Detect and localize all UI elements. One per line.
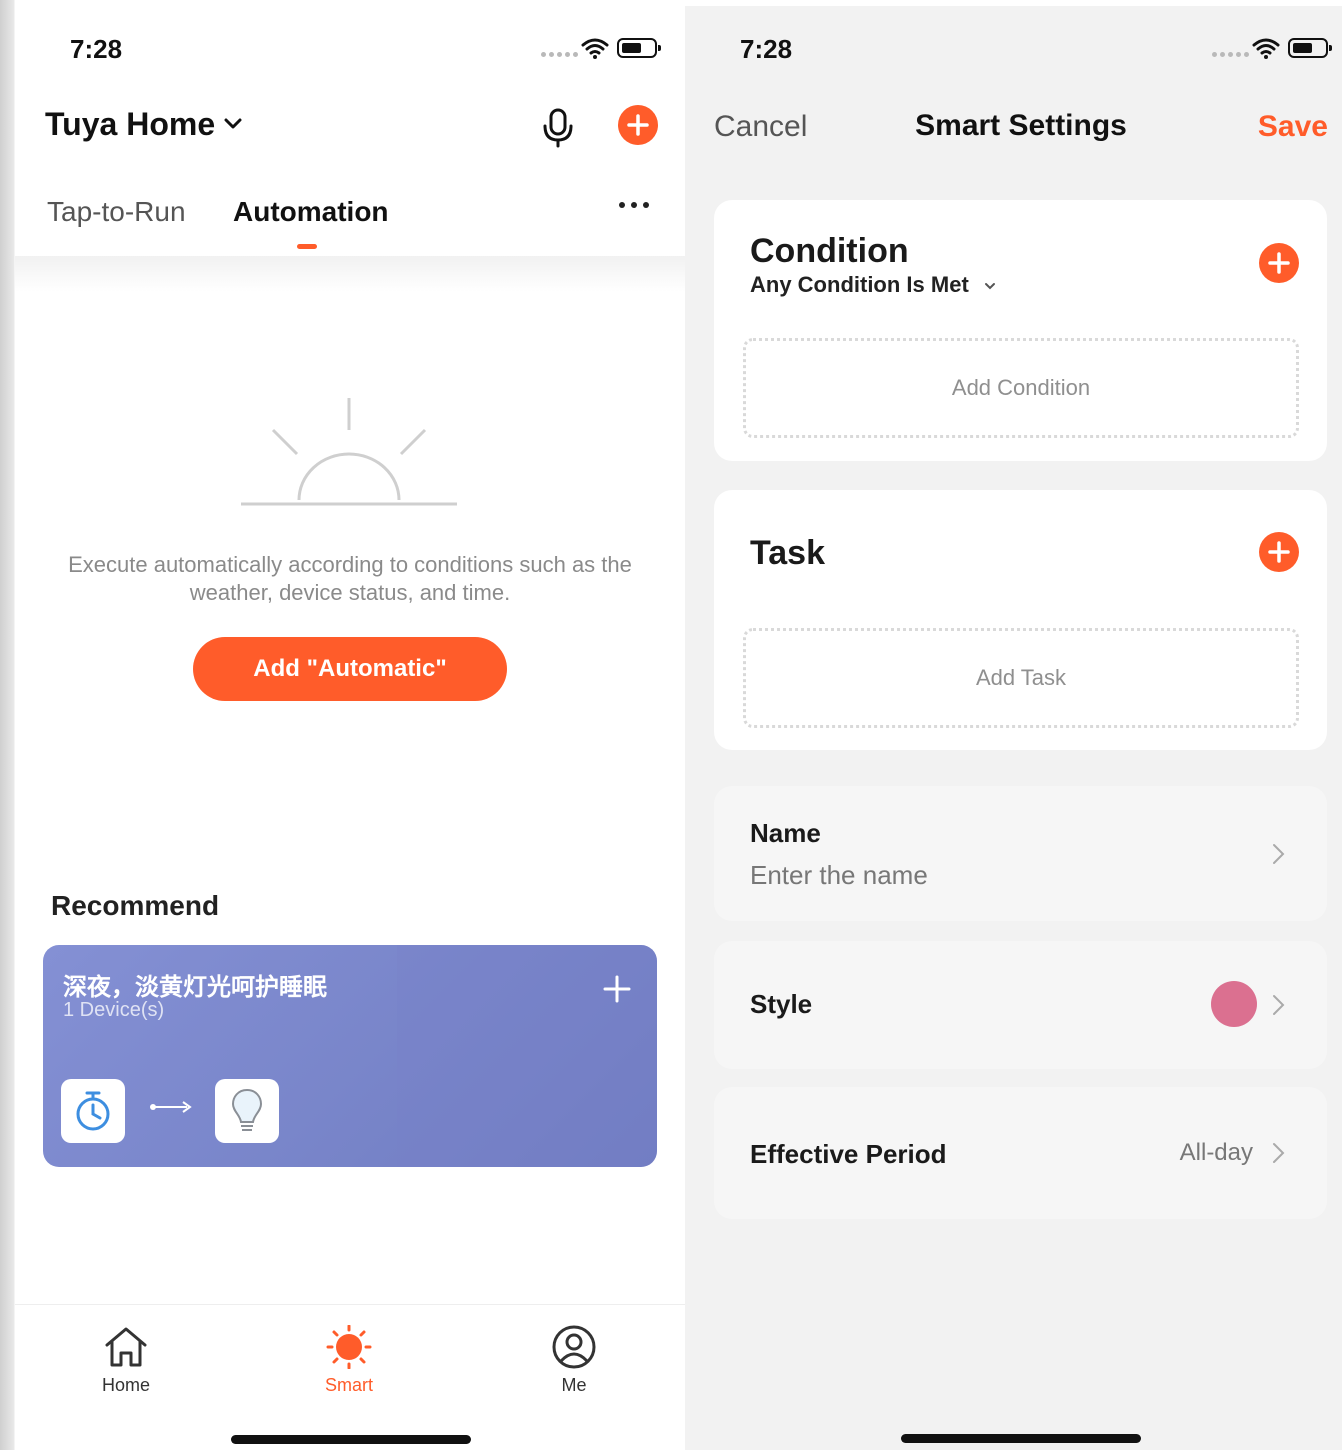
tabbar-label-home: Home — [101, 1375, 150, 1395]
recommend-card[interactable]: 深夜，淡黄灯光呵护睡眠 1 Device(s) — [43, 945, 657, 1167]
home-indicator — [231, 1435, 471, 1444]
task-tile — [215, 1079, 279, 1143]
chevron-down-icon — [984, 283, 995, 290]
add-task-plus-button[interactable] — [1259, 532, 1299, 572]
task-heading: Task — [750, 534, 825, 572]
page-title: Smart Settings — [915, 109, 1127, 142]
cellular-signal-icon — [1212, 52, 1249, 57]
add-task-button[interactable]: Add Task — [743, 628, 1299, 728]
active-tab-indicator — [297, 244, 317, 249]
status-time: 7:28 — [70, 34, 123, 64]
effective-period-label: Effective Period — [750, 1139, 947, 1169]
tabbar-item-smart[interactable]: Smart — [289, 1325, 409, 1396]
condition-tile — [61, 1079, 125, 1143]
save-button[interactable]: Save — [1258, 110, 1328, 144]
condition-panel: Condition Any Condition Is Met Add Condi… — [714, 200, 1327, 461]
chevron-right-icon — [1273, 844, 1285, 864]
add-condition-plus-button[interactable] — [1259, 243, 1299, 283]
smart-screen: 7:28 Tuya Home Tap-to-Run Automation Exe… — [15, 6, 685, 1450]
empty-state-description: Execute automatically according to condi… — [68, 552, 632, 605]
timer-icon — [76, 1091, 110, 1131]
more-options-button[interactable] — [619, 202, 649, 208]
recommend-heading: Recommend — [51, 890, 220, 921]
tabbar-label-smart: Smart — [324, 1375, 373, 1395]
header-divider — [15, 256, 685, 292]
smart-settings-screen: 7:28 Cancel Smart Settings Save Conditio… — [685, 6, 1342, 1450]
style-label: Style — [750, 989, 813, 1019]
tab-automation[interactable]: Automation — [233, 196, 389, 228]
add-scene-button[interactable] — [618, 105, 658, 145]
chevron-right-icon — [1273, 1143, 1285, 1163]
tab-tap-to-run[interactable]: Tap-to-Run — [47, 196, 186, 228]
tabbar-item-home[interactable]: Home — [66, 1325, 186, 1396]
condition-mode-label: Any Condition Is Met — [750, 272, 969, 297]
style-color-swatch[interactable] — [1211, 981, 1257, 1027]
condition-heading: Condition — [750, 232, 909, 270]
user-icon — [552, 1325, 596, 1369]
bottom-tab-bar: Home Smart Me — [15, 1304, 685, 1450]
condition-mode-selector[interactable]: Any Condition Is Met — [750, 272, 997, 298]
card-subtitle: 1 Device(s) — [63, 999, 165, 1021]
sun-icon — [326, 1325, 372, 1369]
wifi-icon — [1252, 38, 1280, 59]
cellular-signal-icon — [541, 52, 578, 57]
name-label: Name — [750, 818, 821, 848]
status-time: 7:28 — [740, 34, 793, 64]
plus-icon — [627, 114, 649, 136]
battery-icon — [1288, 38, 1332, 58]
effective-period-row[interactable]: Effective Period All-day — [714, 1087, 1327, 1219]
add-automatic-button[interactable]: Add "Automatic" — [193, 637, 507, 701]
plus-icon — [1268, 252, 1290, 274]
sunrise-illustration-icon — [241, 398, 457, 506]
task-panel: Task Add Task — [714, 490, 1327, 750]
style-row[interactable]: Style — [714, 941, 1327, 1069]
name-row[interactable]: Name Enter the name — [714, 786, 1327, 921]
bulb-icon — [231, 1088, 263, 1131]
microphone-icon[interactable] — [539, 106, 579, 150]
tabbar-label-me: Me — [561, 1375, 587, 1395]
battery-icon — [617, 38, 661, 58]
home-icon — [105, 1327, 147, 1367]
arrow-right-icon — [150, 1101, 192, 1113]
home-selector-label[interactable]: Tuya Home — [45, 106, 215, 143]
home-indicator — [901, 1434, 1141, 1443]
effective-period-value: All-day — [1179, 1139, 1253, 1166]
add-recommendation-icon[interactable] — [603, 975, 631, 1003]
add-condition-button[interactable]: Add Condition — [743, 338, 1299, 438]
chevron-down-icon[interactable] — [223, 114, 243, 134]
card-title: 深夜，淡黄灯光呵护睡眠 — [63, 974, 327, 1001]
name-input[interactable]: Enter the name — [750, 860, 928, 891]
tabbar-item-me[interactable]: Me — [514, 1325, 634, 1396]
wifi-icon — [581, 38, 609, 59]
plus-icon — [1268, 541, 1290, 563]
chevron-right-icon — [1273, 995, 1285, 1015]
